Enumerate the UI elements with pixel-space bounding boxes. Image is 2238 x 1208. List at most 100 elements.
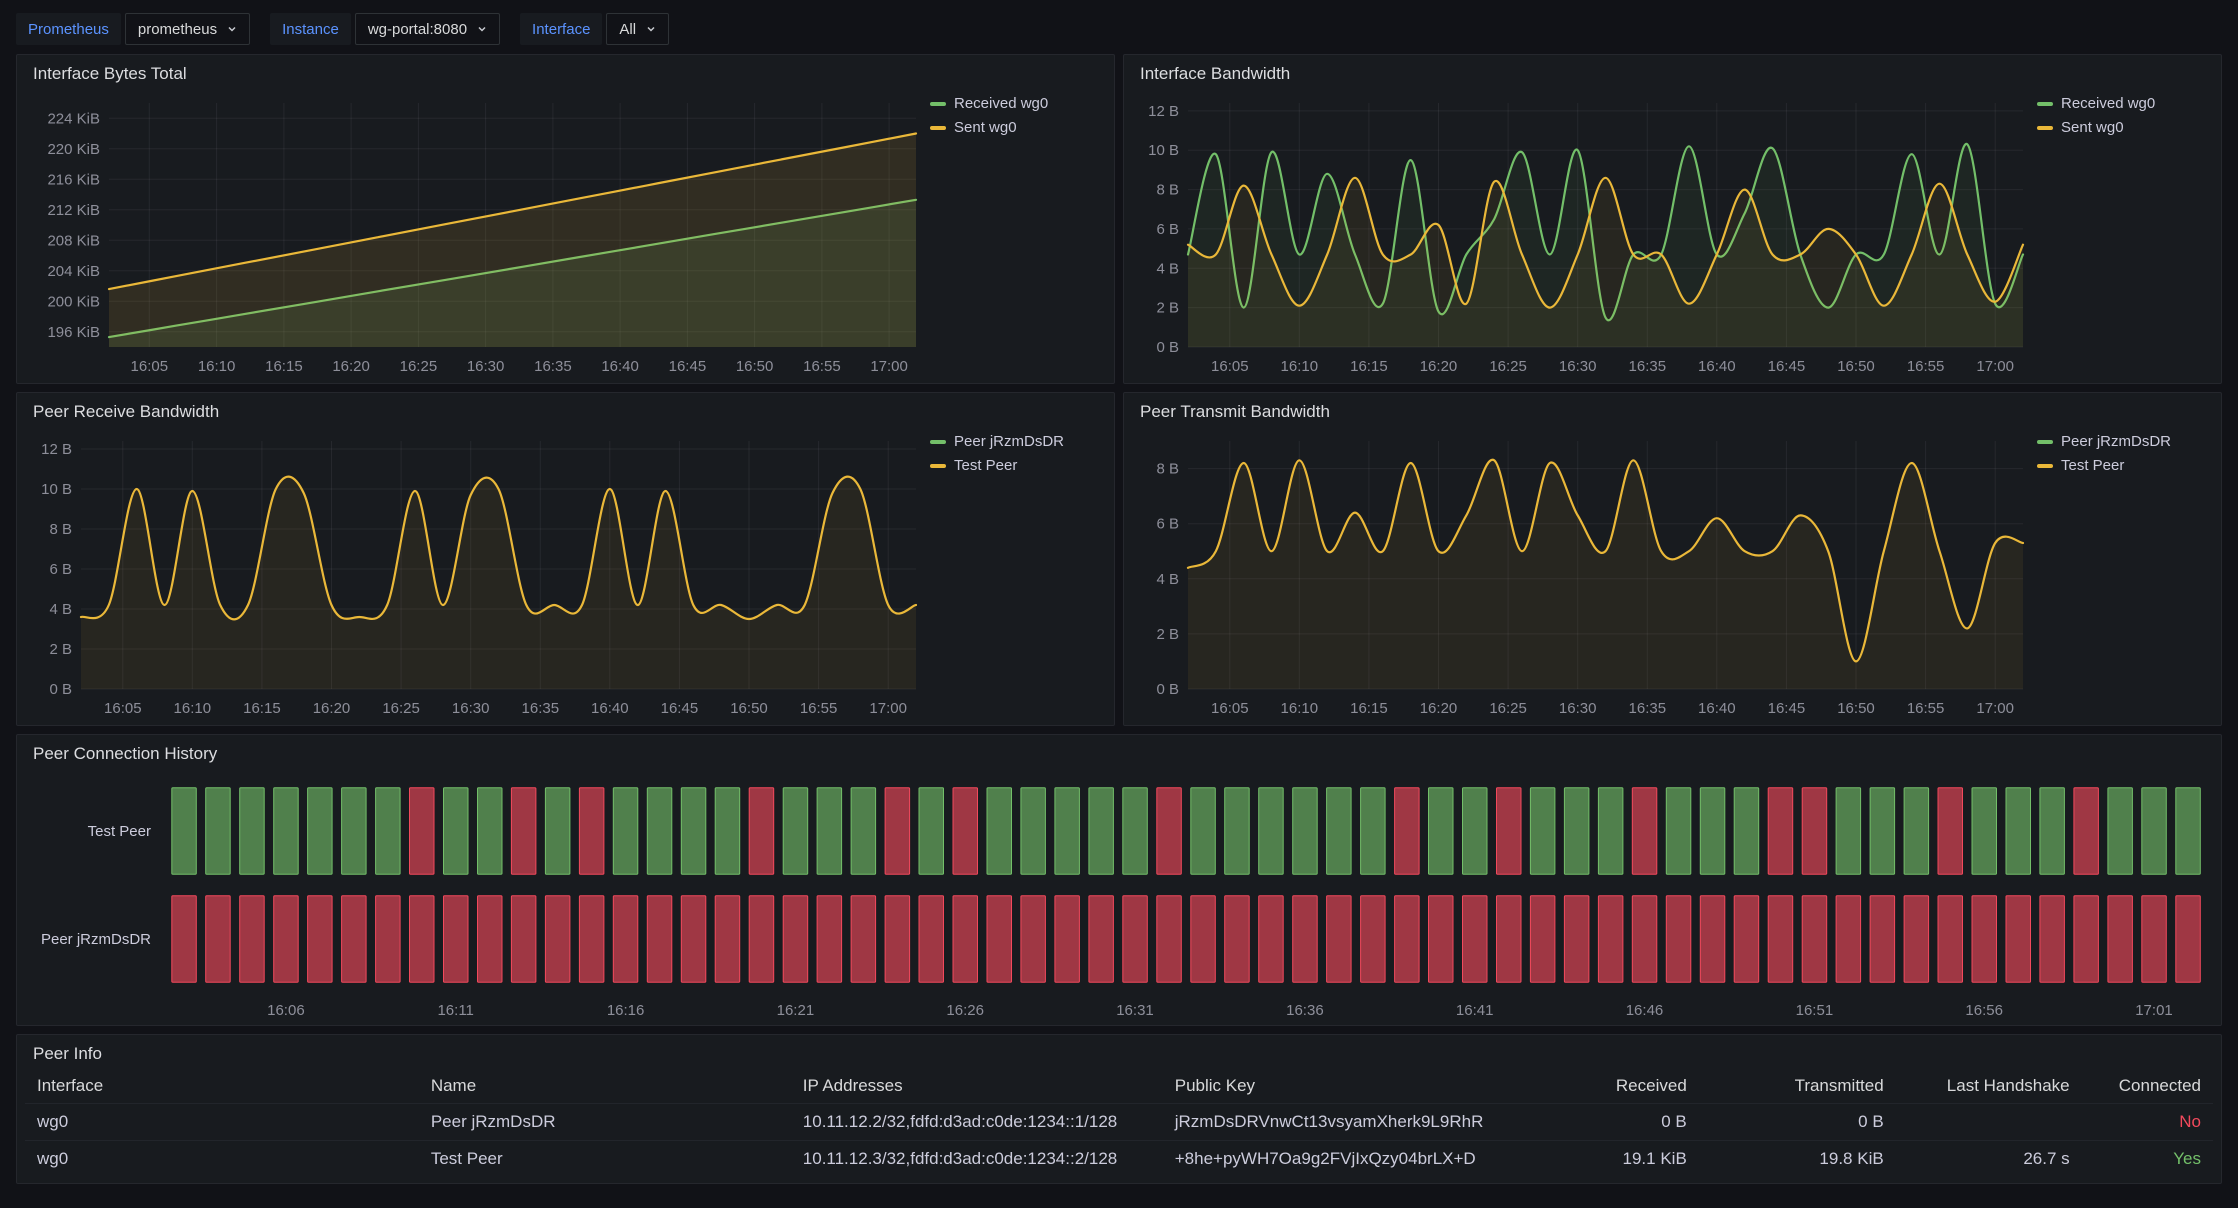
cell-public-key: jRzmDsDRVnwCt13vsyamXherk9L9RhR — [1163, 1104, 1513, 1141]
time-series-chart[interactable]: 0 B2 B4 B6 B8 B10 B12 B16:0516:1016:1516… — [1132, 89, 2031, 379]
legend-label: Peer jRzmDsDR — [2061, 433, 2171, 450]
svg-text:16:05: 16:05 — [1211, 700, 1249, 717]
svg-text:4 B: 4 B — [49, 601, 72, 618]
column-header-received[interactable]: Received — [1513, 1069, 1699, 1104]
column-header-transmitted[interactable]: Transmitted — [1699, 1069, 1896, 1104]
svg-text:16:25: 16:25 — [382, 700, 420, 717]
svg-text:16:35: 16:35 — [522, 700, 560, 717]
svg-text:16:36: 16:36 — [1286, 1002, 1324, 1019]
column-header-public-key[interactable]: Public Key — [1163, 1069, 1513, 1104]
cell-received: 19.1 KiB — [1513, 1141, 1699, 1178]
var-label-prometheus: Prometheus — [16, 13, 121, 45]
legend-item[interactable]: Received wg0 — [2037, 95, 2209, 112]
svg-text:16:30: 16:30 — [1559, 358, 1597, 375]
svg-text:208 KiB: 208 KiB — [47, 232, 100, 249]
var-label-instance: Instance — [270, 13, 351, 45]
svg-text:17:00: 17:00 — [869, 700, 907, 717]
svg-text:16:10: 16:10 — [1281, 700, 1319, 717]
time-series-chart[interactable]: 0 B2 B4 B6 B8 B16:0516:1016:1516:2016:25… — [1132, 427, 2031, 721]
series-color-swatch — [930, 126, 946, 130]
var-value-text: wg-portal:8080 — [368, 21, 467, 38]
cell-public-key: +8he+pyWH7Oa9g2FVjIxQzy04brLX+D — [1163, 1141, 1513, 1178]
svg-text:16:45: 16:45 — [1768, 358, 1806, 375]
svg-text:16:40: 16:40 — [1698, 700, 1736, 717]
var-select-interface[interactable]: All — [606, 13, 669, 45]
legend-label: Peer jRzmDsDR — [954, 433, 1064, 450]
svg-text:16:55: 16:55 — [803, 358, 841, 375]
column-header-name[interactable]: Name — [419, 1069, 791, 1104]
var-group-prometheus: Prometheus prometheus — [16, 13, 250, 45]
svg-text:16:45: 16:45 — [661, 700, 699, 717]
panel-title[interactable]: Interface Bytes Total — [17, 55, 1114, 89]
svg-text:16:50: 16:50 — [1837, 700, 1875, 717]
svg-text:8 B: 8 B — [1156, 182, 1179, 199]
svg-text:16:30: 16:30 — [1559, 700, 1597, 717]
legend-item[interactable]: Sent wg0 — [930, 119, 1102, 136]
svg-text:17:00: 17:00 — [870, 358, 908, 375]
svg-text:16:50: 16:50 — [736, 358, 774, 375]
panel-title[interactable]: Peer Connection History — [17, 735, 2221, 769]
var-value-text: prometheus — [138, 21, 217, 38]
legend: Received wg0 Sent wg0 — [2031, 89, 2209, 379]
svg-text:16:56: 16:56 — [1965, 1002, 2003, 1019]
svg-text:0 B: 0 B — [1156, 339, 1179, 356]
legend-item[interactable]: Peer jRzmDsDR — [2037, 433, 2209, 450]
svg-text:224 KiB: 224 KiB — [47, 110, 100, 127]
svg-text:16:55: 16:55 — [1907, 358, 1945, 375]
svg-text:17:00: 17:00 — [1976, 358, 2014, 375]
chevron-down-icon — [475, 22, 489, 36]
legend: Peer jRzmDsDR Test Peer — [924, 427, 1102, 721]
panel-interface-bytes-total: Interface Bytes Total 196 KiB200 KiB204 … — [16, 54, 1115, 384]
time-series-chart[interactable]: 0 B2 B4 B6 B8 B10 B12 B16:0516:1016:1516… — [25, 427, 924, 721]
column-header-connected[interactable]: Connected — [2082, 1069, 2213, 1104]
svg-text:6 B: 6 B — [49, 561, 72, 578]
svg-text:6 B: 6 B — [1156, 221, 1179, 238]
panel-title[interactable]: Peer Receive Bandwidth — [17, 393, 1114, 427]
legend-item[interactable]: Received wg0 — [930, 95, 1102, 112]
svg-text:16:45: 16:45 — [669, 358, 707, 375]
peer-info-table: Interface Name IP Addresses Public Key R… — [25, 1069, 2213, 1177]
var-select-instance[interactable]: wg-portal:8080 — [355, 13, 500, 45]
cell-transmitted: 19.8 KiB — [1699, 1141, 1896, 1178]
column-header-last-handshake[interactable]: Last Handshake — [1896, 1069, 2082, 1104]
legend-item[interactable]: Test Peer — [2037, 457, 2209, 474]
legend-label: Sent wg0 — [2061, 119, 2124, 136]
history-row-labels: Test Peer Peer jRzmDsDR — [17, 777, 167, 1023]
column-header-ip-addresses[interactable]: IP Addresses — [791, 1069, 1163, 1104]
legend-item[interactable]: Test Peer — [930, 457, 1102, 474]
series-color-swatch — [2037, 126, 2053, 130]
panel-title[interactable]: Peer Info — [17, 1035, 2221, 1069]
svg-text:16:20: 16:20 — [1420, 700, 1458, 717]
svg-text:12 B: 12 B — [1148, 103, 1179, 120]
legend-item[interactable]: Peer jRzmDsDR — [930, 433, 1102, 450]
legend-label: Received wg0 — [2061, 95, 2155, 112]
time-series-chart[interactable]: 196 KiB200 KiB204 KiB208 KiB212 KiB216 K… — [25, 89, 924, 379]
svg-text:8 B: 8 B — [1156, 461, 1179, 478]
panel-title[interactable]: Peer Transmit Bandwidth — [1124, 393, 2221, 427]
svg-text:16:50: 16:50 — [1837, 358, 1875, 375]
cell-ip-addresses: 10.11.12.3/32,fdfd:d3ad:c0de:1234::2/128 — [791, 1141, 1163, 1178]
svg-text:16:05: 16:05 — [131, 358, 169, 375]
var-group-instance: Instance wg-portal:8080 — [270, 13, 500, 45]
svg-text:16:45: 16:45 — [1768, 700, 1806, 717]
svg-text:16:16: 16:16 — [607, 1002, 645, 1019]
var-select-prometheus[interactable]: prometheus — [125, 13, 250, 45]
column-header-interface[interactable]: Interface — [25, 1069, 419, 1104]
status-history-chart[interactable]: 16:0616:1116:1616:2116:2616:3116:3616:41… — [167, 777, 2205, 1023]
legend-item[interactable]: Sent wg0 — [2037, 119, 2209, 136]
legend-label: Received wg0 — [954, 95, 1048, 112]
svg-text:16:51: 16:51 — [1796, 1002, 1834, 1019]
svg-text:200 KiB: 200 KiB — [47, 293, 100, 310]
svg-text:16:11: 16:11 — [437, 1002, 473, 1019]
svg-text:16:05: 16:05 — [104, 700, 142, 717]
panel-peer-connection-history: Peer Connection History Test Peer Peer j… — [16, 734, 2222, 1026]
svg-text:0 B: 0 B — [49, 681, 72, 698]
panel-title[interactable]: Interface Bandwidth — [1124, 55, 2221, 89]
cell-ip-addresses: 10.11.12.2/32,fdfd:d3ad:c0de:1234::1/128 — [791, 1104, 1163, 1141]
svg-text:16:10: 16:10 — [174, 700, 212, 717]
svg-text:16:41: 16:41 — [1456, 1002, 1494, 1019]
svg-text:16:15: 16:15 — [243, 700, 281, 717]
svg-text:17:01: 17:01 — [2135, 1002, 2173, 1019]
cell-transmitted: 0 B — [1699, 1104, 1896, 1141]
legend-label: Test Peer — [2061, 457, 2124, 474]
